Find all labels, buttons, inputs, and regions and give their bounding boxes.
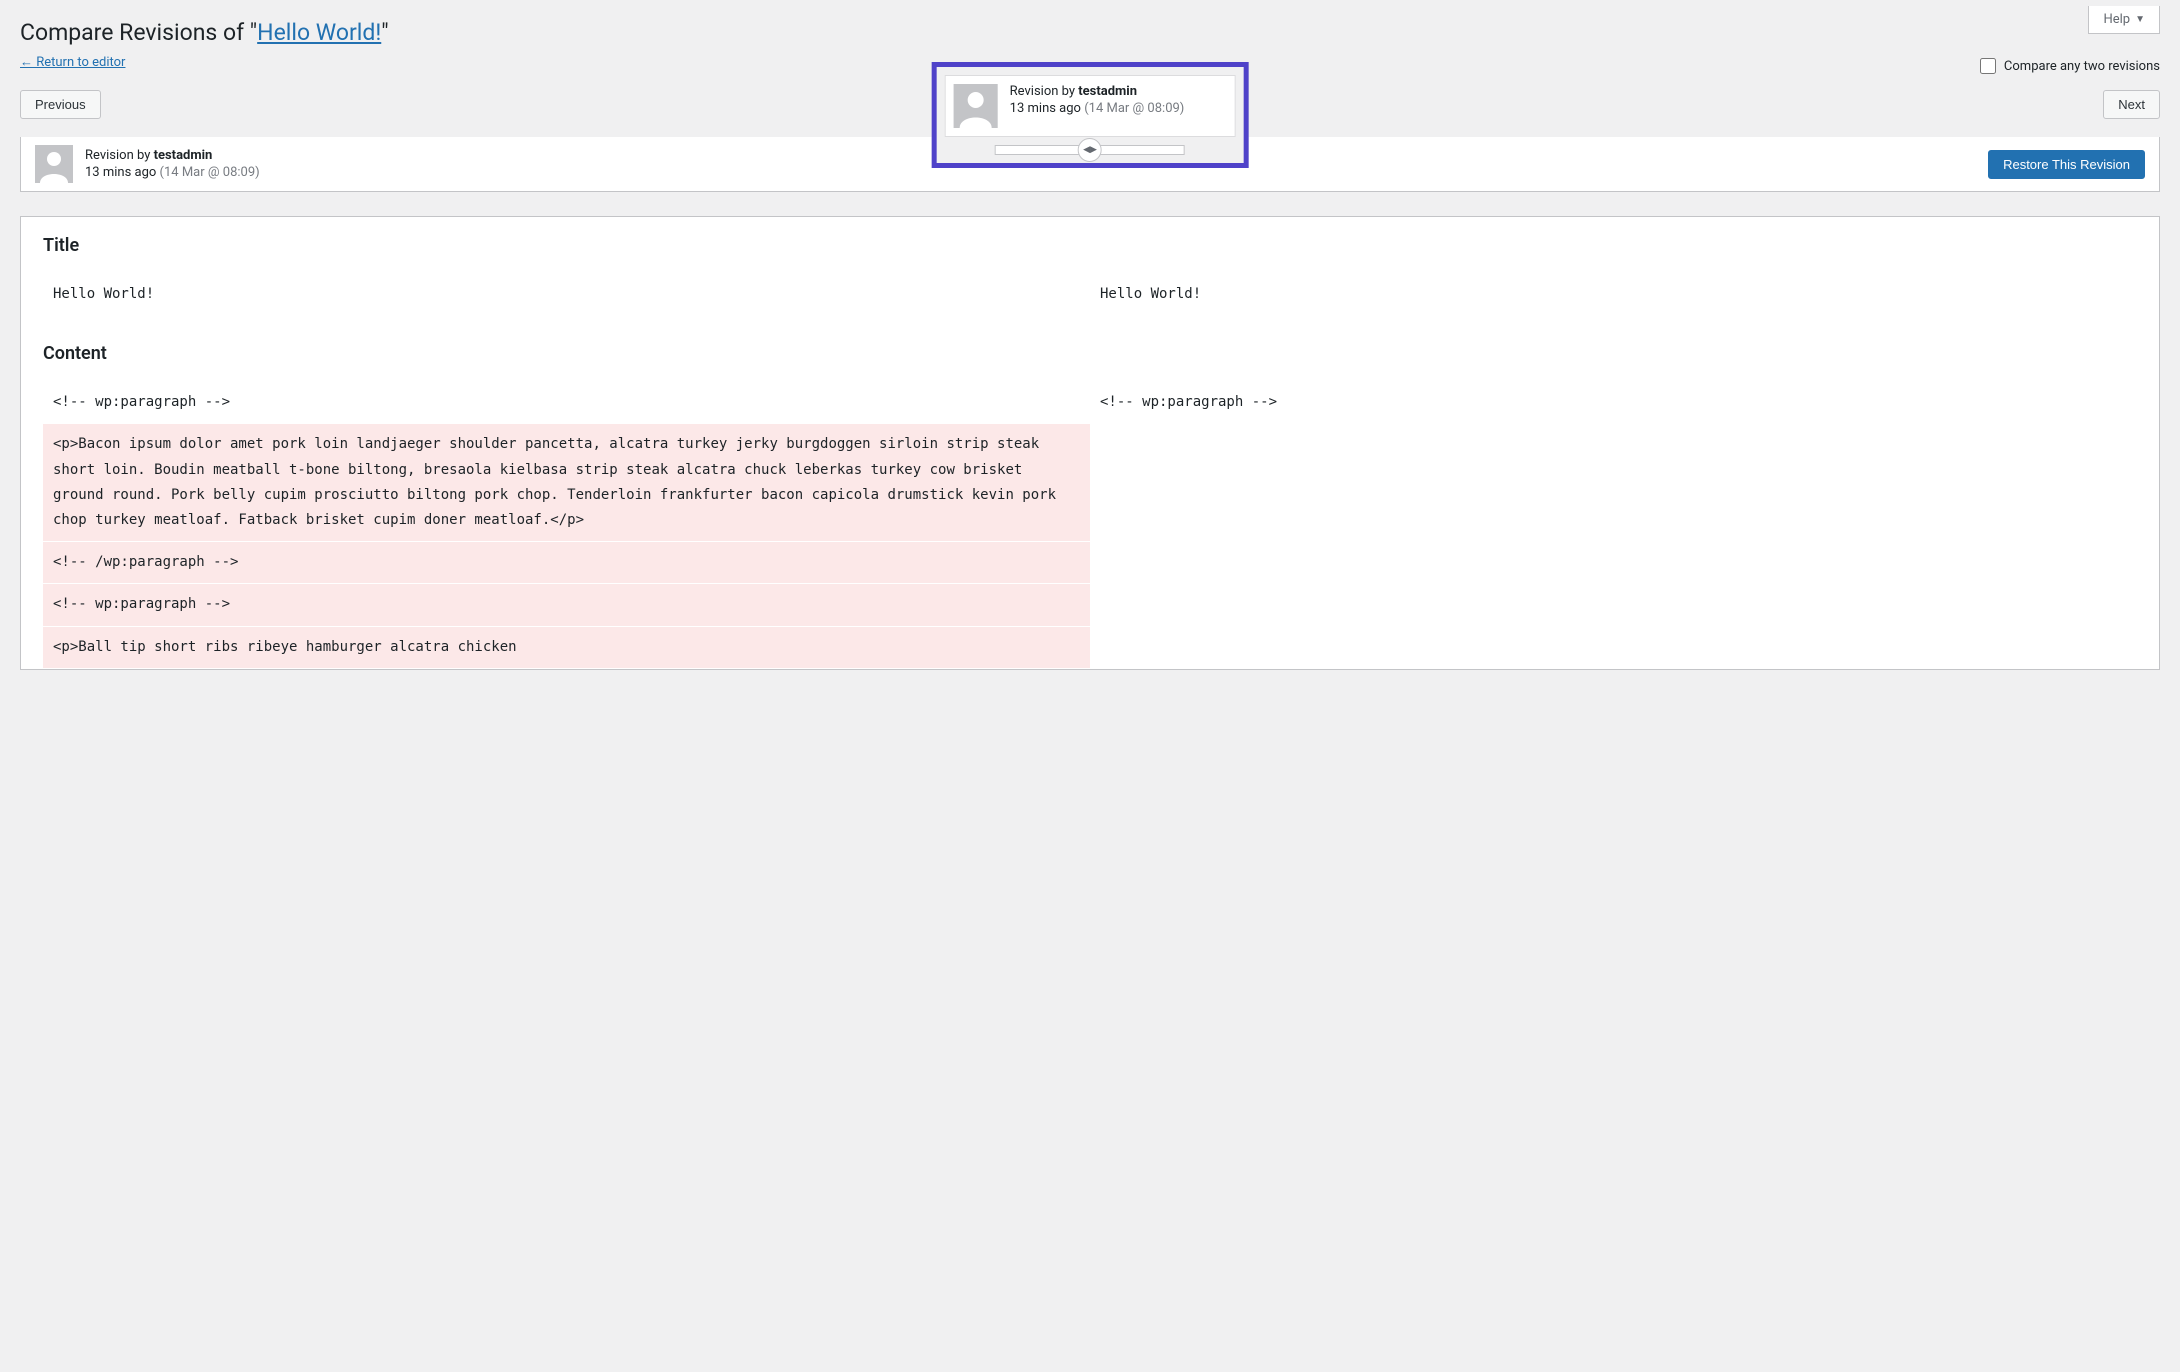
diff-panel: Title Hello World! Hello World! Content …: [20, 216, 2160, 670]
tooltip-text: Revision by testadmin 13 mins ago (14 Ma…: [1010, 84, 1185, 128]
title-prefix: Compare Revisions of ": [20, 19, 257, 46]
compare-any-label: Compare any two revisions: [2004, 59, 2160, 74]
content-heading: Content: [43, 343, 2137, 364]
diff-cell-left: <!-- wp:paragraph -->: [43, 382, 1090, 424]
title-suffix: ": [381, 19, 388, 46]
compare-any-wrapper: Compare any two revisions: [1980, 58, 2160, 74]
table-row: <!-- /wp:paragraph -->: [43, 542, 2137, 584]
title-heading: Title: [43, 235, 2137, 256]
diff-cell-right: [1090, 584, 2137, 626]
slider-segment-left: [995, 145, 1091, 155]
diff-cell-left: <p>Ball tip short ribs ribeye hamburger …: [43, 626, 1090, 668]
chevron-down-icon: ▼: [2135, 14, 2145, 25]
table-row: <!-- wp:paragraph --><!-- wp:paragraph -…: [43, 382, 2137, 424]
slider-handle[interactable]: ◀▶: [1078, 138, 1102, 162]
tooltip-time-ago: 13 mins ago: [1010, 101, 1085, 116]
post-title-link[interactable]: Hello World!: [257, 19, 381, 46]
arrow-left-icon: ←: [20, 55, 33, 70]
previous-button[interactable]: Previous: [20, 90, 101, 119]
avatar: [35, 145, 73, 183]
help-tab[interactable]: Help ▼: [2088, 6, 2160, 34]
return-to-editor-link[interactable]: ← Return to editor: [20, 54, 125, 70]
title-right: Hello World!: [1090, 274, 2137, 315]
table-row: <!-- wp:paragraph -->: [43, 584, 2137, 626]
next-button[interactable]: Next: [2103, 90, 2160, 119]
meta-prefix: Revision by: [85, 148, 154, 163]
title-left: Hello World!: [43, 274, 1090, 315]
tooltip-prefix: Revision by: [1010, 84, 1079, 99]
meta-author: testadmin: [154, 148, 213, 163]
restore-button[interactable]: Restore This Revision: [1988, 150, 2145, 179]
revision-slider-highlight: Revision by testadmin 13 mins ago (14 Ma…: [932, 62, 1249, 168]
diff-cell-right: <!-- wp:paragraph -->: [1090, 382, 2137, 424]
page-title: Compare Revisions of "Hello World!": [20, 10, 2160, 50]
slider-segment-right: [1089, 145, 1185, 155]
diff-cell-right: [1090, 626, 2137, 668]
diff-cell-left: <!-- wp:paragraph -->: [43, 584, 1090, 626]
title-diff-table: Hello World! Hello World!: [43, 274, 2137, 315]
diff-cell-right: [1090, 542, 2137, 584]
meta-time-ago: 13 mins ago: [85, 165, 160, 180]
table-row: Hello World! Hello World!: [43, 274, 2137, 315]
avatar: [954, 84, 998, 128]
return-text: Return to editor: [33, 55, 125, 70]
table-row: <p>Bacon ipsum dolor amet pork loin land…: [43, 424, 2137, 542]
tooltip-author: testadmin: [1078, 84, 1137, 99]
help-label: Help: [2103, 12, 2130, 27]
diff-cell-left: <p>Bacon ipsum dolor amet pork loin land…: [43, 424, 1090, 542]
revision-slider[interactable]: ◀▶: [995, 145, 1185, 155]
meta-datetime: (14 Mar @ 08:09): [160, 165, 260, 180]
table-row: <p>Ball tip short ribs ribeye hamburger …: [43, 626, 2137, 668]
meta-text: Revision by testadmin 13 mins ago (14 Ma…: [85, 148, 260, 180]
diff-cell-left: <!-- /wp:paragraph -->: [43, 542, 1090, 584]
compare-any-checkbox[interactable]: [1980, 58, 1996, 74]
content-diff-table: <!-- wp:paragraph --><!-- wp:paragraph -…: [43, 382, 2137, 669]
tooltip-datetime: (14 Mar @ 08:09): [1084, 101, 1184, 116]
diff-cell-right: [1090, 424, 2137, 542]
revision-tooltip: Revision by testadmin 13 mins ago (14 Ma…: [945, 75, 1236, 137]
